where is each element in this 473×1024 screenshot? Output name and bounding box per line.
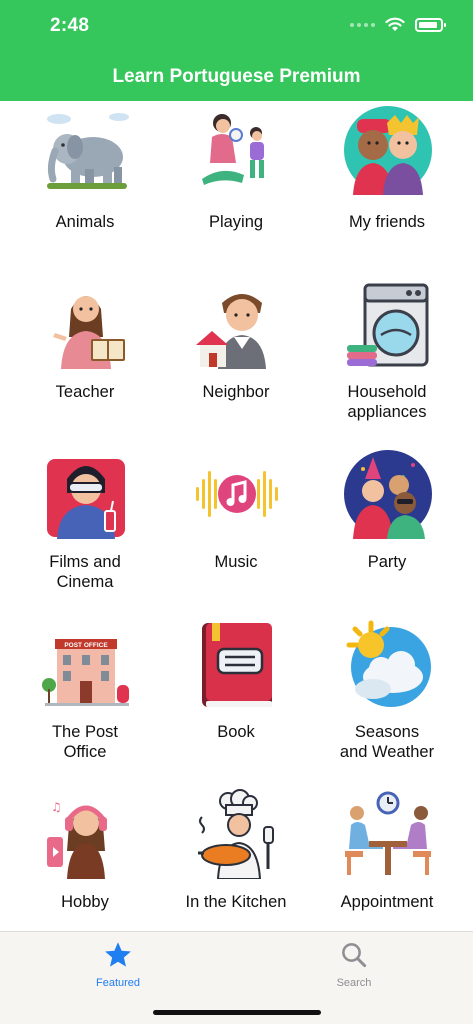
battery-icon — [415, 17, 446, 32]
category-teacher[interactable]: Teacher — [10, 271, 160, 441]
category-in-the-kitchen[interactable]: In the Kitchen — [161, 781, 311, 931]
category-label: The Post Office — [51, 723, 119, 761]
category-label: Music — [214, 553, 258, 571]
star-icon — [105, 942, 131, 967]
status-time: 2:48 — [50, 15, 90, 36]
home-indicator[interactable] — [153, 1010, 321, 1015]
category-label: Animals — [55, 213, 115, 231]
category-label: Playing — [208, 213, 264, 231]
post-office-building-icon: POST OFFICE — [42, 639, 129, 706]
category-party[interactable]: Party — [312, 441, 462, 611]
category-appointment[interactable]: Appointment — [312, 781, 462, 931]
neighbor-icon — [196, 294, 266, 369]
sun-cloud-icon — [346, 620, 431, 707]
category-label: Seasons and Weather — [339, 723, 435, 761]
tab-label: Search — [336, 977, 372, 989]
category-label: Party — [367, 553, 407, 571]
category-label: Appointment — [340, 893, 434, 911]
category-neighbor[interactable]: Neighbor — [161, 271, 311, 441]
category-label: In the Kitchen — [185, 893, 287, 911]
post-office-sign: POST OFFICE — [64, 642, 108, 649]
wifi-icon — [385, 17, 405, 31]
washing-machine-icon — [347, 283, 429, 367]
app-screen: 2:48 Learn Portuguese Premium Animals Pl… — [0, 0, 473, 1024]
status-icons — [350, 17, 446, 32]
svg-text:♫: ♫ — [51, 800, 62, 814]
category-label: My friends — [348, 213, 426, 231]
page-title: Learn Portuguese Premium — [112, 66, 361, 87]
category-my-friends[interactable]: My friends — [312, 101, 462, 271]
meeting-table-icon — [345, 791, 431, 875]
tab-label: Featured — [95, 977, 141, 989]
category-the-post-office[interactable]: POST OFFICE The Post Office — [10, 611, 160, 781]
category-music[interactable]: Music — [161, 441, 311, 611]
party-icon — [344, 450, 432, 539]
category-label: Book — [217, 723, 255, 741]
category-label: Hobby — [61, 893, 109, 911]
elephant-icon — [47, 113, 129, 189]
category-playing[interactable]: Playing — [161, 101, 311, 271]
category-label: Household appliances — [347, 383, 427, 421]
tab-featured[interactable]: Featured — [73, 940, 163, 990]
category-book[interactable]: Book — [161, 611, 311, 781]
tab-bar: Featured Search — [0, 931, 473, 1024]
navigation-header: 2:48 Learn Portuguese Premium — [0, 0, 473, 101]
cinema-viewer-icon — [47, 459, 125, 539]
magnifier-icon — [342, 943, 367, 968]
signal-dots-icon — [350, 22, 375, 27]
category-household-appliances[interactable]: Household appliances — [312, 271, 462, 441]
friends-icon — [344, 106, 432, 195]
category-animals[interactable]: Animals — [10, 101, 160, 271]
book-icon — [202, 623, 272, 707]
category-seasons-and-weather[interactable]: Seasons and Weather — [312, 611, 462, 781]
category-label: Neighbor — [202, 383, 270, 401]
hobby-headphones-icon: ♫ — [47, 800, 107, 879]
category-grid[interactable]: Animals Playing My friends Teacher Neigh… — [0, 101, 473, 931]
category-hobby[interactable]: ♫ Hobby — [10, 781, 160, 931]
category-label: Films and Cinema — [49, 553, 121, 591]
tab-search[interactable]: Search — [309, 940, 399, 990]
teacher-icon — [53, 296, 125, 369]
mother-child-playing-icon — [202, 114, 264, 185]
music-note-icon — [196, 471, 278, 517]
category-films-and-cinema[interactable]: Films and Cinema — [10, 441, 160, 611]
category-label: Teacher — [55, 383, 115, 401]
chef-cooking-icon — [198, 789, 274, 879]
